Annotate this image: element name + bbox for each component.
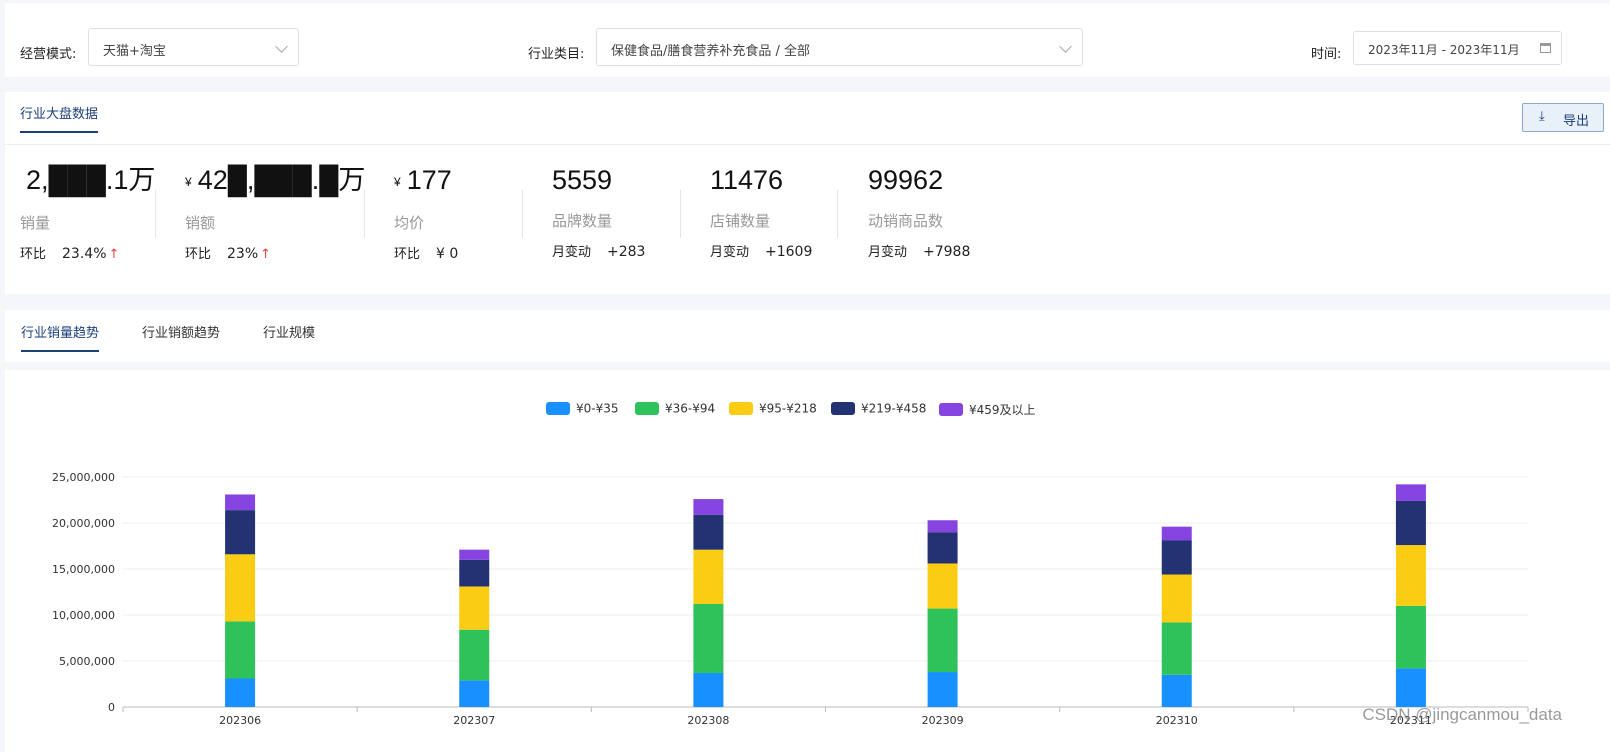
- bar-segment: [459, 586, 490, 630]
- stat-change: 环比 ¥ 0: [394, 245, 459, 262]
- stat-value: ¥177: [394, 165, 452, 195]
- stat-change: 月变动 +1609: [710, 244, 813, 260]
- stat-value: 2,███.1万: [26, 165, 156, 195]
- category-select-value: 保健食品/膳食营养补充食品 / 全部: [611, 44, 811, 59]
- category-label: 行业类目:: [528, 47, 585, 62]
- stat-brand-count: 5559 品牌数量 月变动 +283: [552, 164, 645, 260]
- bar-segment: [1161, 526, 1192, 541]
- bar-segment: [927, 520, 958, 533]
- bar-segment: [459, 549, 490, 560]
- category-select[interactable]: 保健食品/膳食营养补充食品 / 全部: [596, 28, 1083, 66]
- stat-label: 均价: [394, 213, 425, 232]
- download-icon: ⤓: [1539, 109, 1545, 124]
- date-range-value: 2023年11月 - 2023年11月: [1368, 43, 1520, 57]
- stat-change: 月变动 +7988: [868, 244, 971, 260]
- y-tick-label: 10,000,000: [52, 609, 115, 622]
- bar-segment: [1161, 574, 1192, 623]
- bar-segment: [225, 510, 256, 555]
- bar-segment: [1395, 668, 1426, 707]
- chevron-down-icon: [1059, 40, 1072, 53]
- y-tick-label: 5,000,000: [59, 655, 115, 668]
- stat-sales-amount: ¥42█,███.█万 销额 环比 23% ↑: [185, 164, 365, 262]
- bar-segment: [225, 494, 256, 511]
- stacked-bar-chart: 0 5,000,000 10,000,000 15,000,000 20,000,000…: [52, 471, 1529, 727]
- stat-value: ¥42█,███.█万: [185, 165, 366, 195]
- tab-sales-amount-trend[interactable]: 行业销额趋势: [142, 322, 220, 341]
- calendar-icon: [1540, 43, 1551, 53]
- bar-segment: [1161, 622, 1192, 675]
- y-tick-label: 0: [108, 701, 115, 714]
- bar-segment: [225, 678, 256, 707]
- chart-panel: ¥0-¥35 ¥36-¥94 ¥95-¥218 ¥219-¥458 ¥459及以上 05…: [5, 370, 1610, 752]
- bar-segment: [225, 554, 256, 622]
- y-tick-label: 15,000,000: [52, 563, 115, 576]
- watermark: CSDN @jingcanmou_data: [1362, 705, 1562, 724]
- y-tick-label: 25,000,000: [52, 471, 115, 484]
- bar-segment: [1161, 540, 1192, 575]
- stat-average-price: ¥177 均价 环比 ¥ 0: [394, 164, 458, 262]
- stat-change: 环比 23% ↑: [185, 245, 272, 262]
- stat-change: 环比 23.4% ↑: [20, 245, 120, 262]
- mode-select-value: 天猫+淘宝: [103, 44, 166, 59]
- stat-label: 店铺数量: [710, 212, 771, 230]
- x-tick-label: 202309: [922, 714, 964, 727]
- stat-label: 动销商品数: [868, 212, 944, 230]
- bar-segment: [927, 672, 958, 707]
- stat-value: 99962: [868, 165, 944, 195]
- arrow-up-icon: ↑: [108, 246, 120, 262]
- bar-segment: [693, 672, 724, 707]
- divider: [5, 144, 1610, 145]
- bar-segment: [927, 608, 958, 673]
- export-button[interactable]: ⤓ 导出: [1522, 103, 1604, 132]
- tab-sales-volume-trend[interactable]: 行业销量趋势: [21, 322, 100, 352]
- mode-select[interactable]: 天猫+淘宝: [88, 28, 299, 66]
- stat-change: 月变动 +283: [552, 244, 646, 260]
- bar-segment: [1395, 545, 1426, 606]
- divider: [680, 190, 681, 238]
- stat-label: 销额: [185, 213, 216, 232]
- divider: [155, 190, 156, 238]
- x-tick-label: 202308: [687, 714, 729, 727]
- x-tick-label: 202306: [219, 714, 261, 727]
- stat-label: 销量: [20, 213, 51, 232]
- x-tick-label: 202307: [453, 714, 495, 727]
- industry-overview-panel: 行业大盘数据 ⤓ 导出 2,███.1万 销量 环比 23.4% ↑ ¥42█,██…: [5, 92, 1610, 294]
- arrow-up-icon: ↑: [260, 246, 272, 262]
- bar-segment: [693, 603, 724, 673]
- bar-segment: [1395, 484, 1426, 501]
- bar-segment: [459, 680, 490, 707]
- stat-value: 11476: [710, 165, 784, 195]
- bar-segment: [1395, 605, 1426, 669]
- stat-label: 品牌数量: [552, 212, 613, 230]
- stat-value: 5559: [552, 165, 613, 195]
- bar-segment: [693, 499, 724, 515]
- bar-segment: [459, 559, 490, 587]
- stat-store-count: 11476 店铺数量 月变动 +1609: [710, 164, 812, 260]
- bar-segment: [459, 629, 490, 681]
- bar-segment: [1161, 674, 1192, 707]
- divider: [364, 190, 365, 238]
- bar-segment: [693, 549, 724, 604]
- bar-segment: [927, 563, 958, 609]
- time-label: 时间:: [1311, 47, 1342, 62]
- chevron-down-icon: [275, 40, 288, 53]
- bar-segment: [927, 532, 958, 564]
- filter-bar: 经营模式: 天猫+淘宝 行业类目: 保健食品/膳食营养补充食品 / 全部 时间:…: [5, 3, 1610, 77]
- tab-industry-scale[interactable]: 行业规模: [263, 322, 315, 341]
- tab-industry-overview[interactable]: 行业大盘数据: [20, 103, 99, 133]
- bar-segment: [1395, 500, 1426, 546]
- export-label: 导出: [1563, 114, 1590, 129]
- stat-sales-volume: 2,███.1万 销量 环比 23.4% ↑: [20, 164, 155, 262]
- x-tick-label: 202310: [1156, 714, 1198, 727]
- bar-segment: [693, 514, 724, 550]
- bar-segment: [225, 621, 256, 679]
- stat-active-products: 99962 动销商品数 月变动 +7988: [868, 164, 970, 260]
- divider: [522, 190, 523, 238]
- divider: [837, 190, 838, 238]
- date-range-picker[interactable]: 2023年11月 - 2023年11月: [1353, 31, 1562, 65]
- trend-tabs: 行业销量趋势 行业销额趋势 行业规模: [5, 310, 1610, 362]
- y-tick-label: 20,000,000: [52, 517, 115, 530]
- mode-label: 经营模式:: [20, 47, 77, 62]
